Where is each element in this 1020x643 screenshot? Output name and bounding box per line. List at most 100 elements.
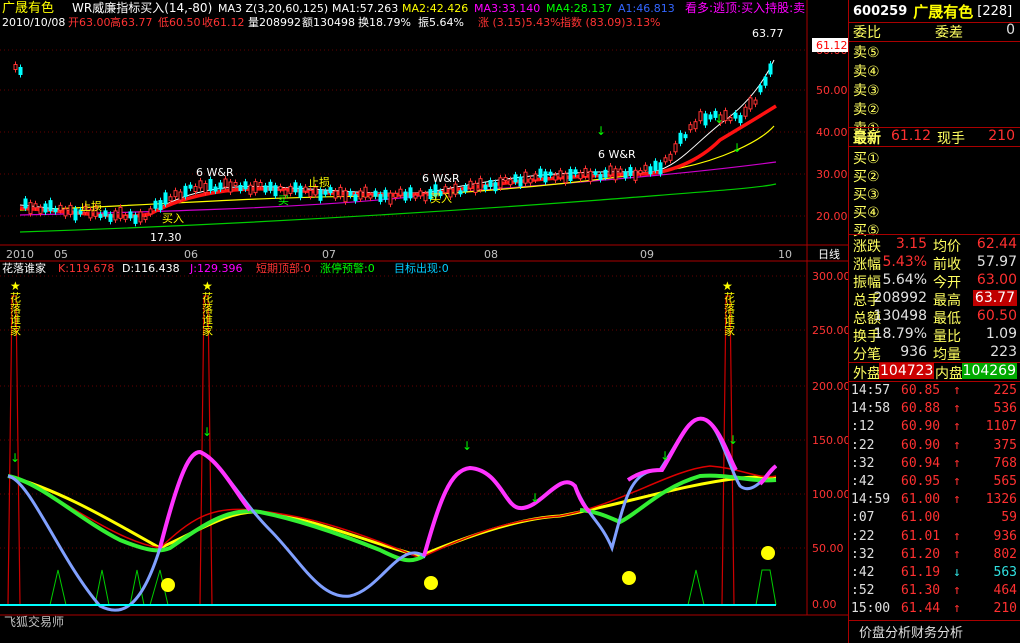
candle-body xyxy=(393,192,398,198)
candle-body xyxy=(113,210,118,221)
candle-body xyxy=(628,167,633,177)
candle-body xyxy=(458,190,463,195)
weibi-label: 委比 xyxy=(853,25,881,41)
candle-body xyxy=(308,190,313,198)
bottom-tabs[interactable]: 价盘分析财务分析 xyxy=(849,622,1020,641)
candle-body xyxy=(768,63,773,75)
candle-body xyxy=(608,165,613,176)
candle-body xyxy=(493,182,498,192)
stat-value: 5.64% xyxy=(882,272,927,288)
candle-body xyxy=(128,211,133,219)
candle-body xyxy=(183,185,188,197)
candle-body xyxy=(673,143,678,153)
tick-price: 61.20 xyxy=(901,546,941,562)
candle-body xyxy=(248,184,253,195)
candle-body xyxy=(13,64,18,70)
tick-row[interactable]: :32 60.94 ↑ 768 xyxy=(849,456,1020,474)
candle-body xyxy=(588,170,593,182)
tick-row[interactable]: 14:59 61.00 ↑ 1326 xyxy=(849,492,1020,510)
candle-body xyxy=(143,216,148,221)
tick-volume: 225 xyxy=(993,383,1017,398)
candle-body xyxy=(43,203,48,213)
stat-value: 57.97 xyxy=(976,254,1017,270)
candle-body xyxy=(48,200,53,212)
star-label: 花落谁家 xyxy=(723,292,736,336)
down-arrow-icon: ↓ xyxy=(596,124,606,138)
ma1-value: MA1:57.263 xyxy=(332,2,398,15)
stat-label: 分笔 xyxy=(853,347,881,363)
star-icon: ★ xyxy=(10,279,21,293)
buy-2-row[interactable]: 买② xyxy=(849,166,1020,185)
tick-row[interactable]: :42 60.95 ↑ 565 xyxy=(849,474,1020,492)
tick-row[interactable]: :42 61.19 ↓ 563 xyxy=(849,565,1020,583)
stat-value: 208992 xyxy=(873,290,927,306)
candle-body xyxy=(278,186,283,191)
candle-body xyxy=(758,85,763,93)
tick-direction-icon: ↑ xyxy=(953,528,961,544)
tick-time: :42 xyxy=(851,565,875,580)
sell-3-row[interactable]: 卖③ xyxy=(849,80,1020,99)
tick-price: 60.85 xyxy=(901,383,941,398)
candle-body xyxy=(403,191,408,201)
weibi-row: 委比 委差 0 xyxy=(849,22,1020,41)
tick-volume: 565 xyxy=(993,474,1017,489)
candle-body xyxy=(303,186,308,192)
tick-volume: 936 xyxy=(993,528,1017,544)
tick-row[interactable]: :22 60.90 ↑ 375 xyxy=(849,438,1020,456)
buy-3-row[interactable]: 买③ xyxy=(849,184,1020,203)
stock-count: [228] xyxy=(977,3,1013,19)
osc-axis-label: 0.00 xyxy=(812,598,837,611)
tick-row[interactable]: :12 60.90 ↑ 1107 xyxy=(849,419,1020,437)
candle-body xyxy=(558,170,563,179)
tick-row[interactable]: 15:00 61.44 ↑ 210 xyxy=(849,601,1020,619)
chart-area[interactable]: 广晟有色 WR威廉指标买入(14,-80) MA3 Z(3,20,60,125)… xyxy=(0,0,848,643)
candle-body xyxy=(268,181,273,191)
osc-name: 花落谁家 xyxy=(2,261,46,275)
stock-name: 广晟有色 xyxy=(913,2,974,21)
candle-body xyxy=(123,214,128,220)
osc-axis-label: 300.00 xyxy=(812,270,848,283)
candle-body xyxy=(423,193,428,202)
min-price-label: 17.30 xyxy=(150,231,182,244)
sell-4-row[interactable]: 卖④ xyxy=(849,61,1020,80)
neipan-label: 内盘 xyxy=(935,366,963,382)
candle-body xyxy=(383,189,388,200)
buy-4-row[interactable]: 买④ xyxy=(849,202,1020,221)
candle-body xyxy=(38,206,43,214)
candle-body xyxy=(748,97,753,110)
period-label: 日线 xyxy=(818,247,840,261)
tick-price: 60.88 xyxy=(901,401,941,417)
sell-label: 卖⑤ xyxy=(853,45,880,61)
tick-time: 14:59 xyxy=(851,492,891,508)
stat-label: 均价 xyxy=(933,239,961,255)
tick-row[interactable]: 14:57 60.85 ↑ 225 xyxy=(849,383,1020,401)
stat-row: 分笔 936 均量 223 xyxy=(849,344,1020,363)
candle-body xyxy=(528,178,533,184)
sell-2-row[interactable]: 卖② xyxy=(849,99,1020,118)
tick-row[interactable]: :52 61.30 ↑ 464 xyxy=(849,583,1020,601)
candle-body xyxy=(418,190,423,197)
stat-label: 振幅 xyxy=(853,275,881,291)
tick-row[interactable]: :07 61.00 59 xyxy=(849,510,1020,528)
tick-row[interactable]: 14:58 60.88 ↑ 536 xyxy=(849,401,1020,419)
candle-body xyxy=(688,124,693,131)
tab-label[interactable]: 价盘分析财务分析 xyxy=(859,622,963,641)
candle-body xyxy=(193,186,198,192)
candle-body xyxy=(288,185,293,194)
bar-change: 涨 (3.15)5.43% xyxy=(478,16,561,29)
tick-row[interactable]: :32 61.20 ↑ 802 xyxy=(849,547,1020,565)
buy-1-row[interactable]: 买① xyxy=(849,148,1020,167)
tick-time: 14:57 xyxy=(851,383,891,398)
stat-value: 936 xyxy=(900,344,927,360)
tick-price: 61.19 xyxy=(901,565,941,580)
max-price-label: 63.77 xyxy=(752,27,784,40)
candle-body xyxy=(738,115,743,124)
candle-body xyxy=(678,132,683,144)
bar-turnover: 换18.79% xyxy=(358,15,411,29)
osc-j: J:129.396 xyxy=(189,262,242,275)
tick-row[interactable]: :22 61.01 ↑ 936 xyxy=(849,529,1020,547)
candle-body xyxy=(258,182,263,188)
candle-body xyxy=(543,171,548,183)
sell-5-row[interactable]: 卖⑤ xyxy=(849,42,1020,61)
candle-body xyxy=(363,186,368,198)
